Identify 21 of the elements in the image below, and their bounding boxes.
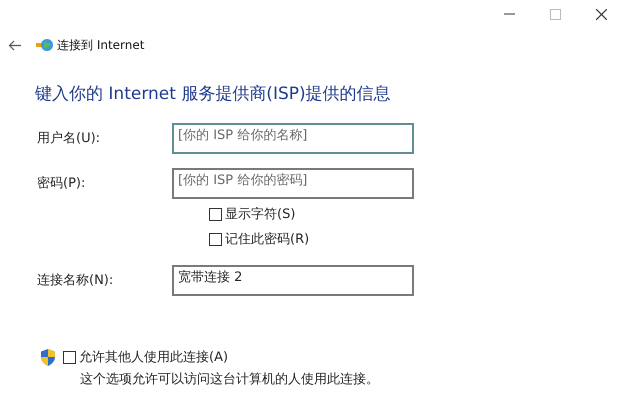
page-heading: 键入你的 Internet 服务提供商(ISP)提供的信息: [34, 83, 392, 106]
input-field[interactable]: 宽带连接 2: [172, 264, 414, 296]
checkbox[interactable]: [209, 233, 222, 246]
input-field[interactable]: [你的 ISP 给你的名称]: [172, 122, 414, 154]
field-label: 用户名(U):: [36, 130, 102, 148]
field-label: 密码(P):: [36, 174, 86, 192]
close-icon: [596, 8, 606, 20]
checkbox[interactable]: [63, 351, 76, 364]
globe-icon: [36, 38, 54, 52]
field-label: 连接名称(N):: [36, 272, 114, 290]
minimize-icon: [504, 13, 514, 15]
checkbox-label: 显示字符(S): [225, 206, 296, 224]
checkbox-label: 记住此密码(R): [225, 230, 310, 249]
window-title: 连接到 Internet: [57, 37, 144, 54]
checkbox-label: 允许其他人使用此连接(A): [79, 348, 228, 367]
option-description: 这个选项允许可以访问这台计算机的人使用此连接。: [79, 370, 380, 388]
checkbox[interactable]: [209, 208, 222, 221]
maximize-icon: [550, 8, 560, 20]
input-field[interactable]: [你的 ISP 给你的密码]: [172, 168, 414, 198]
shield-icon: [41, 349, 55, 366]
back-arrow-icon: [8, 40, 22, 50]
